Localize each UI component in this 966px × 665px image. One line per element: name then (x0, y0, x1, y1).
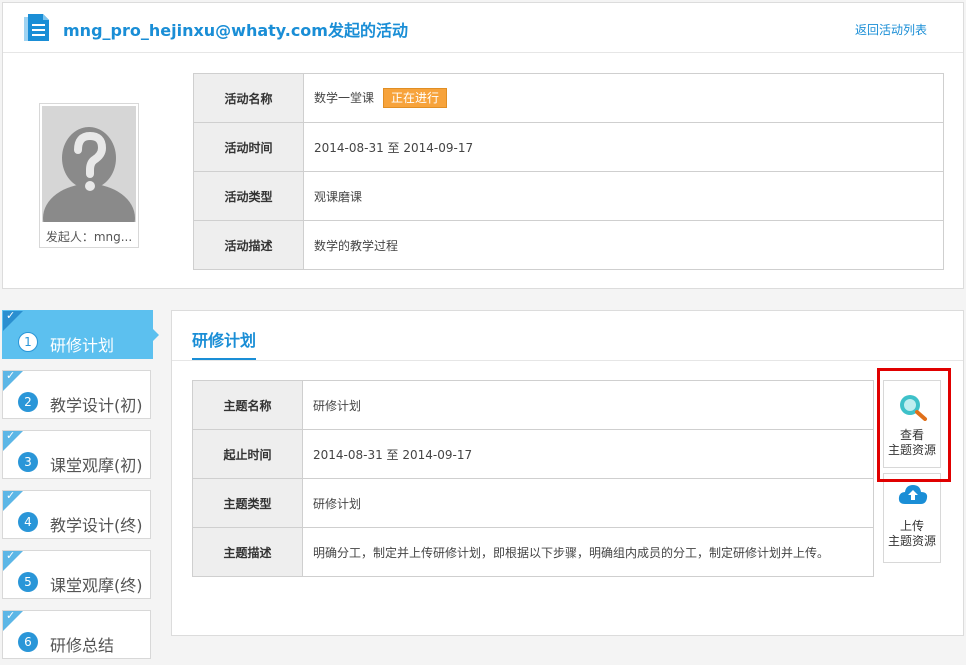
divider (172, 360, 963, 361)
upload-resources-label-line2: 主题资源 (887, 534, 936, 548)
upload-topic-resources-button[interactable]: 上传 主题资源 (883, 473, 941, 563)
checkmark-icon: ✓ (6, 489, 16, 502)
step-2-design-initial[interactable]: ✓ 2 教学设计(初) (2, 369, 151, 419)
initiator-caption: 发起人：mng... (45, 230, 133, 244)
table-row: 起止时间 2014-08-31 至 2014-09-17 (192, 429, 874, 479)
step-4-design-final[interactable]: ✓ 4 教学设计(终) (2, 489, 151, 539)
step-label: 教学设计(终) (50, 516, 143, 535)
table-row: 主题描述 明确分工，制定并上传研修计划，即根据以下步骤，明确组内成员的分工，制定… (192, 527, 874, 577)
step-number: 1 (18, 332, 38, 352)
step-number: 6 (18, 632, 38, 652)
topic-type-label: 主题类型 (192, 478, 303, 528)
upload-resources-label-line1: 上传 (899, 519, 924, 533)
topic-name-label: 主题名称 (192, 380, 303, 430)
view-resources-label-line2: 主题资源 (887, 443, 936, 457)
checkmark-icon: ✓ (6, 369, 16, 382)
topic-desc-value: 明确分工，制定并上传研修计划，即根据以下步骤，明确组内成员的分工，制定研修计划并… (302, 527, 874, 577)
step-6-summary[interactable]: ✓ 6 研修总结 (2, 609, 151, 659)
period-label: 起止时间 (192, 429, 303, 479)
step-number: 5 (18, 572, 38, 592)
view-resources-label-line1: 查看 (899, 428, 924, 442)
activity-name-cell: 数学一堂课 正在进行 (303, 73, 944, 123)
search-icon (900, 395, 927, 421)
activity-type-label: 活动类型 (193, 171, 304, 221)
topic-type-value: 研修计划 (302, 478, 874, 528)
table-row: 活动类型 观课磨课 (193, 171, 944, 221)
step-number: 4 (18, 512, 38, 532)
period-value: 2014-08-31 至 2014-09-17 (302, 429, 874, 479)
status-badge: 正在进行 (383, 88, 448, 108)
avatar (42, 106, 136, 222)
step-label: 研修计划 (50, 336, 115, 355)
checkmark-icon: ✓ (6, 609, 16, 622)
activity-name-label: 活动名称 (193, 73, 304, 123)
table-row: 主题类型 研修计划 (192, 478, 874, 528)
step-3-observation-initial[interactable]: ✓ 3 课堂观摩(初) (2, 429, 151, 479)
step-label: 课堂观摩(终) (50, 576, 143, 595)
activity-type-value: 观课磨课 (303, 171, 944, 221)
cloud-upload-icon (898, 485, 928, 504)
table-row: 活动名称 数学一堂课 正在进行 (193, 73, 944, 123)
table-row: 活动描述 数学的教学过程 (193, 220, 944, 270)
activity-desc-label: 活动描述 (193, 220, 304, 270)
step-label: 课堂观摩(初) (50, 456, 143, 475)
checkmark-icon: ✓ (6, 549, 16, 562)
topic-name-value: 研修计划 (302, 380, 874, 430)
activity-time-value: 2014-08-31 至 2014-09-17 (303, 122, 944, 172)
unknown-user-avatar-icon (42, 106, 136, 222)
step-5-observation-final[interactable]: ✓ 5 课堂观摩(终) (2, 549, 151, 599)
step-label: 研修总结 (50, 636, 115, 655)
active-step-arrow-icon (152, 328, 159, 342)
step-number: 2 (18, 392, 38, 412)
initiator-avatar-card: 发起人：mng... (39, 103, 139, 248)
section-title: 研修计划 (192, 331, 257, 350)
step-label: 教学设计(初) (50, 396, 143, 415)
activity-info-panel: mng_pro_hejinxu@whaty.com发起的活动 返回活动列表 发起… (2, 2, 964, 289)
activity-info-table: 活动名称 数学一堂课 正在进行 活动时间 2014-08-31 至 2014-09… (193, 73, 944, 270)
back-to-activity-list-link[interactable]: 返回活动列表 (855, 21, 927, 38)
activity-name-value: 数学一堂课 (314, 91, 375, 105)
page-header: mng_pro_hejinxu@whaty.com发起的活动 返回活动列表 (3, 3, 963, 53)
topic-panel: 研修计划 主题名称 研修计划 起止时间 2014-08-31 至 2014-09… (171, 310, 964, 636)
view-topic-resources-button[interactable]: 查看 主题资源 (883, 380, 941, 468)
page-title: mng_pro_hejinxu@whaty.com发起的活动 (63, 21, 408, 40)
step-number: 3 (18, 452, 38, 472)
activity-desc-value: 数学的教学过程 (303, 220, 944, 270)
activity-time-label: 活动时间 (193, 122, 304, 172)
topic-desc-label: 主题描述 (192, 527, 303, 577)
document-icon (24, 14, 49, 41)
step-1-research-plan[interactable]: ✓ 1 研修计划 (2, 309, 159, 359)
table-row: 活动时间 2014-08-31 至 2014-09-17 (193, 122, 944, 172)
table-row: 主题名称 研修计划 (192, 380, 874, 430)
topic-info-table: 主题名称 研修计划 起止时间 2014-08-31 至 2014-09-17 主… (192, 380, 874, 577)
checkmark-icon: ✓ (6, 429, 16, 442)
checkmark-icon: ✓ (6, 309, 16, 322)
